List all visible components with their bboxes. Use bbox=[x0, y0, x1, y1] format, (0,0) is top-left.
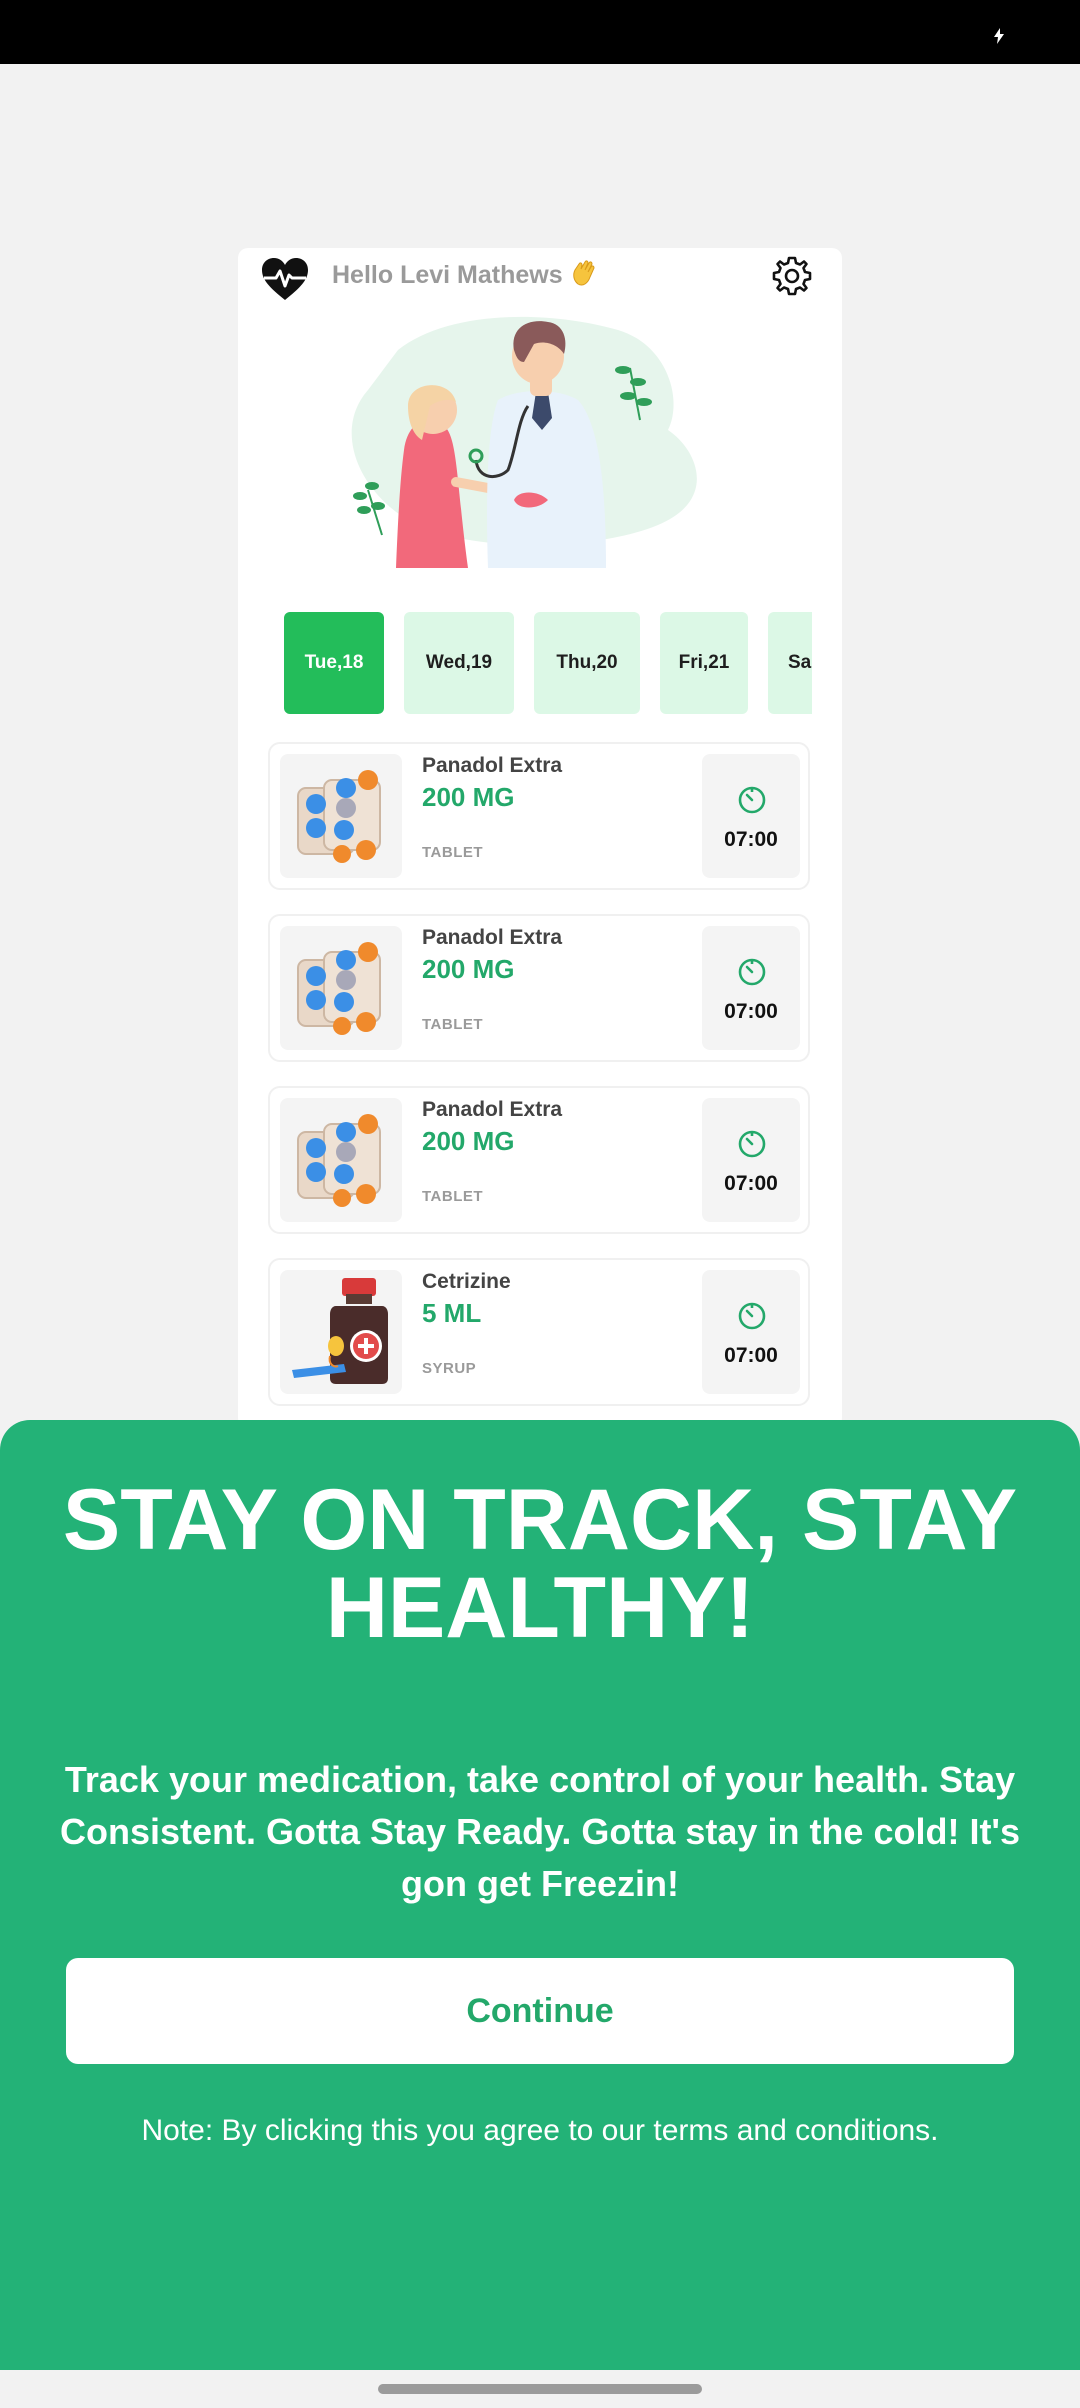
gear-icon[interactable] bbox=[770, 254, 814, 298]
sheet-title: STAY ON TRACK, STAY HEALTHY! bbox=[62, 1472, 1018, 1656]
medication-card[interactable]: Cetrizine 5 ML SYRUP 07:00 bbox=[268, 1258, 810, 1406]
medication-form: SYRUP bbox=[422, 1360, 477, 1377]
medication-form: TABLET bbox=[422, 844, 484, 861]
continue-button-label: Continue bbox=[466, 1991, 614, 2030]
greeting-text: Hello Levi Mathews bbox=[332, 258, 600, 290]
reminder-time: 07:00 bbox=[724, 1000, 778, 1023]
reminder-time-box: 07:00 bbox=[702, 754, 800, 878]
day-chip-label: Wed,19 bbox=[425, 652, 493, 673]
reminder-time: 07:00 bbox=[724, 1172, 778, 1195]
medication-dose: 200 MG bbox=[422, 1126, 515, 1156]
pill-blister-icon bbox=[280, 754, 402, 878]
medication-name: Panadol Extra bbox=[422, 926, 563, 949]
day-chip-wed-19[interactable]: Wed,19 bbox=[404, 612, 514, 714]
day-chip-label: Tue,18 bbox=[304, 652, 364, 673]
reminder-time-box: 07:00 bbox=[702, 926, 800, 1050]
continue-button[interactable]: Continue bbox=[66, 1958, 1014, 2064]
reminder-time: 07:00 bbox=[724, 828, 778, 851]
onboarding-sheet: STAY ON TRACK, STAY HEALTHY! Track your … bbox=[0, 1420, 1080, 2370]
day-chip-fri-21[interactable]: Fri,21 bbox=[660, 612, 748, 714]
waving-hand-icon bbox=[572, 260, 595, 286]
status-bar bbox=[0, 0, 1080, 64]
day-chip-label: Fri,21 bbox=[678, 652, 730, 673]
doctor-and-patient-illustration bbox=[351, 316, 697, 568]
day-chip-thu-20[interactable]: Thu,20 bbox=[534, 612, 640, 714]
pill-blister-icon bbox=[280, 926, 402, 1050]
medication-form: TABLET bbox=[422, 1188, 484, 1205]
medication-card[interactable]: Panadol Extra 200 MG TABLET 07:00 bbox=[268, 914, 810, 1062]
day-chip-label: Sa bbox=[788, 652, 812, 673]
reminder-time: 07:00 bbox=[724, 1344, 778, 1367]
greeting-label: Hello Levi Mathews bbox=[332, 261, 563, 289]
terms-note: Note: By clicking this you agree to our … bbox=[141, 2114, 939, 2147]
pill-blister-icon bbox=[280, 1098, 402, 1222]
reminder-time-box: 07:00 bbox=[702, 1270, 800, 1394]
day-chip-sat[interactable]: Sa bbox=[768, 612, 812, 714]
home-handle[interactable] bbox=[378, 2384, 702, 2394]
gesture-nav-bar bbox=[0, 2370, 1080, 2408]
medication-form: TABLET bbox=[422, 1016, 484, 1033]
timer-icon bbox=[738, 1130, 766, 1158]
medication-card[interactable]: Panadol Extra 200 MG TABLET 07:00 bbox=[268, 742, 810, 890]
charging-bolt-icon bbox=[994, 28, 1004, 44]
syrup-bottle-icon bbox=[280, 1270, 402, 1394]
app-preview-card: Hello Levi Mathews Tue,18 Wed,19 Thu,20 … bbox=[238, 248, 842, 1428]
timer-icon bbox=[738, 1302, 766, 1330]
medication-dose: 200 MG bbox=[422, 782, 515, 812]
day-chip-tue-18[interactable]: Tue,18 bbox=[284, 612, 384, 714]
reminder-time-box: 07:00 bbox=[702, 1098, 800, 1222]
day-chip-label: Thu,20 bbox=[556, 652, 618, 673]
medication-dose: 5 ML bbox=[422, 1298, 482, 1328]
medication-card[interactable]: Panadol Extra 200 MG TABLET 07:00 bbox=[268, 1086, 810, 1234]
medication-name: Panadol Extra bbox=[422, 1098, 563, 1121]
timer-icon bbox=[738, 958, 766, 986]
medication-name: Panadol Extra bbox=[422, 754, 563, 777]
medication-dose: 200 MG bbox=[422, 954, 515, 984]
heart-pulse-icon bbox=[262, 258, 308, 300]
day-selector: Tue,18 Wed,19 Thu,20 Fri,21 Sa bbox=[284, 612, 812, 716]
medication-name: Cetrizine bbox=[422, 1270, 511, 1293]
timer-icon bbox=[738, 786, 766, 814]
sheet-description: Track your medication, take control of y… bbox=[59, 1759, 1021, 1904]
